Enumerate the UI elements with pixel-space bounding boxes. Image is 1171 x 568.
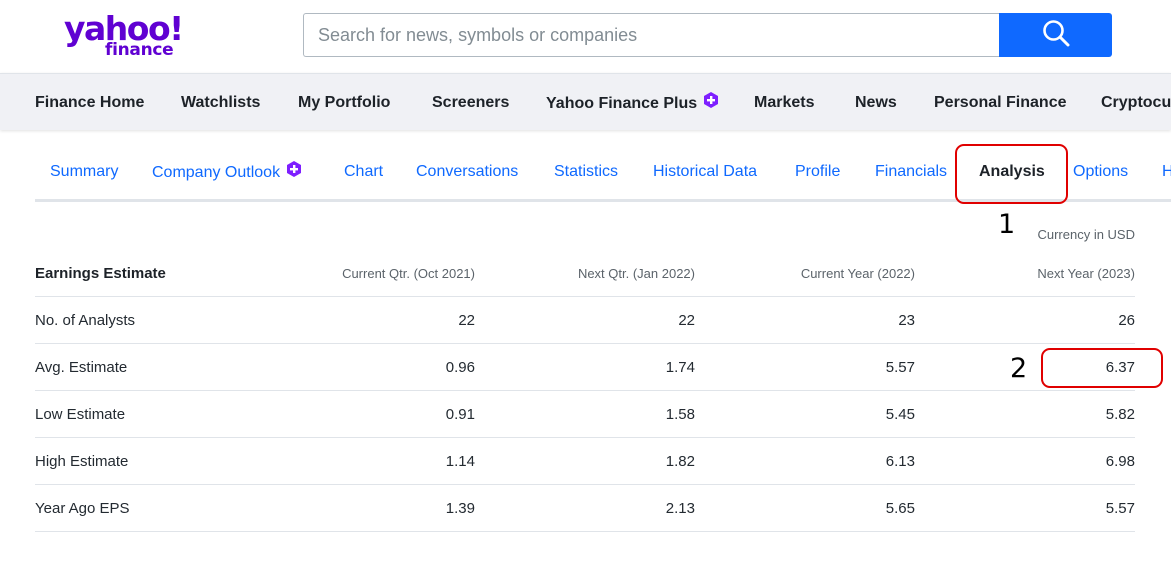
tab-options[interactable]: Options — [1073, 163, 1128, 181]
avg-estimate-highlight — [1041, 348, 1163, 388]
table-cell: 22 — [458, 312, 475, 329]
table-header: Earnings Estimate — [35, 265, 166, 282]
tab-chart[interactable]: Chart — [344, 163, 383, 181]
nav-yahoo-finance-plus-label: Yahoo Finance Plus — [546, 95, 698, 113]
table-cell: 0.91 — [445, 406, 475, 423]
table-row: High Estimate 1.14 1.82 6.13 6.98 — [35, 438, 1135, 485]
nav-news[interactable]: News — [855, 94, 897, 112]
annotation-marker-1: 1 — [998, 209, 1016, 240]
site-header: yahoo! finance — [0, 0, 1171, 73]
tab-summary[interactable]: Summary — [50, 163, 118, 181]
table-cell: High Estimate — [35, 453, 129, 470]
table-cell: 5.82 — [1105, 406, 1135, 423]
yahoo-finance-logo[interactable]: yahoo! finance — [64, 10, 184, 62]
nav-cryptocurrencies[interactable]: Cryptocu — [1101, 94, 1171, 112]
earnings-estimate-table: Earnings Estimate Current Qtr. (Oct 2021… — [35, 250, 1135, 532]
currency-note: Currency in USD — [1037, 227, 1135, 242]
search-input[interactable] — [304, 14, 1000, 56]
tab-financials[interactable]: Financials — [875, 163, 947, 181]
tab-conversations[interactable]: Conversations — [416, 163, 518, 181]
tab-company-outlook-label: Company Outlook — [152, 164, 281, 182]
table-header: Current Year (2022) — [800, 266, 915, 281]
main-nav: Finance Home Watchlists My Portfolio Scr… — [0, 73, 1171, 130]
nav-finance-home[interactable]: Finance Home — [35, 94, 144, 112]
table-cell: Low Estimate — [35, 406, 126, 423]
table-cell: 5.57 — [885, 359, 915, 376]
table-header: Next Qtr. (Jan 2022) — [577, 266, 695, 281]
annotation-marker-2: 2 — [1010, 353, 1028, 384]
logo-finance-text: finance — [105, 40, 174, 60]
tab-holders[interactable]: H — [1162, 163, 1171, 181]
table-header: Next Year (2023) — [1037, 266, 1135, 281]
table-cell: 6.98 — [1105, 453, 1135, 470]
search-button[interactable] — [999, 13, 1112, 57]
nav-yahoo-finance-plus[interactable]: Yahoo Finance Plus — [546, 91, 720, 114]
table-cell: 0.96 — [445, 359, 475, 376]
plus-icon — [285, 160, 303, 183]
table-row: Avg. Estimate 0.96 1.74 5.57 6.37 — [35, 344, 1135, 391]
table-cell: No. of Analysts — [35, 312, 136, 329]
nav-markets[interactable]: Markets — [754, 94, 814, 112]
table-header-row: Earnings Estimate Current Qtr. (Oct 2021… — [35, 250, 1135, 297]
table-row: Low Estimate 0.91 1.58 5.45 5.82 — [35, 391, 1135, 438]
tab-statistics[interactable]: Statistics — [554, 163, 618, 181]
table-cell: 1.82 — [665, 453, 695, 470]
table-cell: 5.57 — [1105, 500, 1135, 517]
tab-profile[interactable]: Profile — [795, 163, 840, 181]
nav-personal-finance[interactable]: Personal Finance — [934, 94, 1067, 112]
table-cell: 2.13 — [665, 500, 695, 517]
table-row: Year Ago EPS 1.39 2.13 5.65 5.57 — [35, 485, 1135, 532]
tab-historical-data[interactable]: Historical Data — [653, 163, 757, 181]
table-cell: 1.74 — [665, 359, 695, 376]
table-cell: 6.13 — [885, 453, 915, 470]
table-row: No. of Analysts 22 22 23 26 — [35, 297, 1135, 344]
tab-company-outlook[interactable]: Company Outlook — [152, 160, 303, 183]
search-box — [303, 13, 1000, 57]
nav-screeners[interactable]: Screeners — [432, 94, 509, 112]
table-cell: 23 — [898, 312, 915, 329]
plus-icon — [702, 91, 720, 114]
table-cell: Avg. Estimate — [35, 359, 128, 376]
analysis-tab-highlight — [955, 144, 1068, 204]
table-cell: 5.45 — [885, 406, 915, 423]
search-icon — [1042, 19, 1070, 52]
table-cell: 5.65 — [885, 500, 915, 517]
table-header: Current Qtr. (Oct 2021) — [342, 266, 475, 281]
table-cell: 1.39 — [445, 500, 475, 517]
table-cell: 1.58 — [665, 406, 695, 423]
nav-watchlists[interactable]: Watchlists — [181, 94, 260, 112]
table-cell: Year Ago EPS — [35, 500, 130, 517]
nav-my-portfolio[interactable]: My Portfolio — [298, 94, 390, 112]
table-cell: 26 — [1118, 312, 1135, 329]
table-cell: 1.14 — [445, 453, 475, 470]
table-cell: 22 — [678, 312, 695, 329]
